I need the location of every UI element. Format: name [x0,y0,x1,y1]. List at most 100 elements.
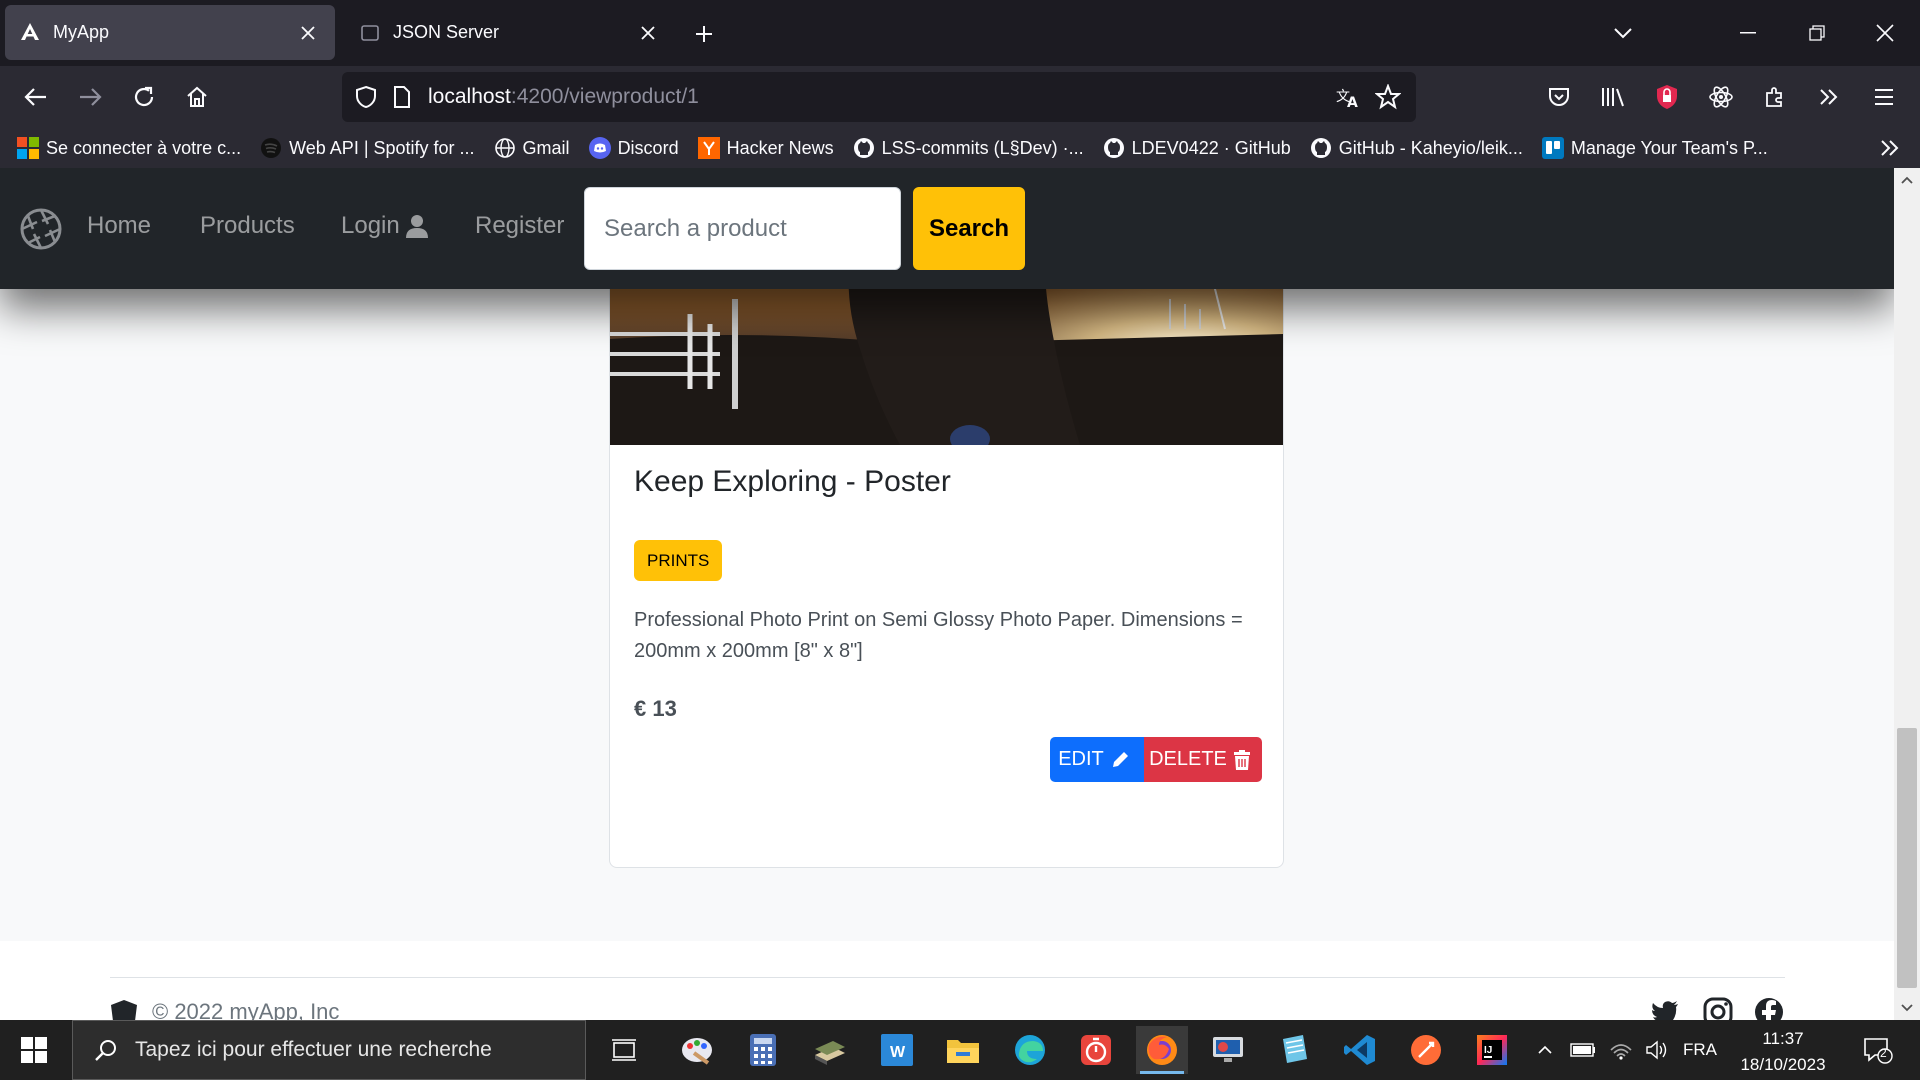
bookmark-item[interactable]: Manage Your Team's P... [1541,136,1768,160]
instagram-icon[interactable] [1703,997,1733,1020]
taskbar-search-box[interactable]: Tapez ici pour effectuer une recherche [72,1020,586,1080]
edge-app-icon[interactable] [1004,1026,1056,1074]
vscode-app-icon[interactable] [1334,1026,1386,1074]
windows-start-icon[interactable] [0,1020,68,1080]
aperture-logo-icon[interactable] [20,208,62,250]
svg-text:IJ: IJ [1484,1045,1492,1056]
angular-icon [19,22,41,44]
bookmark-item[interactable]: Hacker News [697,136,834,160]
footer-logo-icon[interactable] [110,999,138,1020]
bookmark-label: Gmail [522,137,570,158]
home-icon[interactable] [174,74,220,120]
nav-login-link[interactable]: Login [341,212,428,240]
language-indicator[interactable]: FRA [1682,1020,1718,1080]
address-bar[interactable]: localhost:4200/viewproduct/1 文A [342,72,1416,122]
product-price: € 13 [634,696,677,721]
calculator-app-icon[interactable] [737,1026,789,1074]
wifi-icon[interactable] [1604,1020,1638,1080]
delete-label: DELETE [1149,748,1227,770]
books-app-icon[interactable] [804,1026,856,1074]
extensions-icon[interactable] [1752,74,1798,120]
nav-register-label: Register [475,212,565,239]
close-tab-icon[interactable] [631,16,665,50]
globe-icon [493,136,517,160]
close-window-icon[interactable] [1862,10,1908,56]
translate-icon[interactable]: 文A [1328,77,1368,117]
file-explorer-icon[interactable] [937,1026,989,1074]
word-app-icon[interactable]: W [871,1026,923,1074]
bookmark-item[interactable]: GitHub - Kaheyio/leik... [1309,136,1523,160]
scroll-up-icon[interactable] [1894,168,1920,192]
remote-desktop-app-icon[interactable] [1202,1026,1254,1074]
bookmarks-overflow-icon[interactable] [1876,134,1904,162]
bookmark-item[interactable]: Se connecter à votre c... [16,136,241,160]
facebook-icon[interactable] [1754,997,1784,1020]
list-tabs-icon[interactable] [1600,10,1646,56]
notifications-icon[interactable]: 2 [1855,1020,1901,1080]
edit-label: EDIT [1058,748,1104,770]
bookmark-label: Web API | Spotify for ... [289,137,475,158]
bookmark-label: LSS-commits (L§Dev) ·... [881,137,1084,158]
bookmark-item[interactable]: Discord [588,136,679,160]
intellij-app-icon[interactable]: IJ [1466,1026,1518,1074]
bookmark-label: Discord [617,137,679,158]
github-icon [1309,136,1333,160]
tray-chevron-icon[interactable] [1530,1020,1560,1080]
url-text[interactable]: localhost:4200/viewproduct/1 [428,85,1328,109]
react-devtools-icon[interactable] [1698,74,1744,120]
restore-icon[interactable] [1794,10,1840,56]
github-icon [852,136,876,160]
notepad-app-icon[interactable] [1268,1026,1320,1074]
reload-icon[interactable] [121,74,167,120]
new-tab-button[interactable] [685,15,723,53]
bookmark-item[interactable]: LSS-commits (L§Dev) ·... [852,136,1084,160]
product-search-input[interactable]: Search a product [584,187,901,270]
edit-button[interactable]: EDIT [1050,737,1144,782]
microsoft-icon [16,136,40,160]
delete-button[interactable]: DELETE [1144,737,1262,782]
scrollbar-thumb[interactable] [1897,728,1917,988]
shield-icon[interactable] [354,85,378,109]
pocket-icon[interactable] [1536,74,1582,120]
scroll-down-icon[interactable] [1894,996,1920,1020]
close-tab-icon[interactable] [291,16,325,50]
paint-app-icon[interactable] [671,1026,723,1074]
twitter-icon[interactable] [1650,997,1680,1020]
hamburger-menu-icon[interactable] [1861,74,1907,120]
postman-app-icon[interactable] [1400,1026,1452,1074]
battery-icon[interactable] [1566,1020,1600,1080]
taskbar-clock[interactable]: 11:37 18/10/2023 [1728,1026,1838,1078]
category-badge: PRINTS [634,540,723,581]
taskbar-search-text: Tapez ici pour effectuer une recherche [135,1038,492,1061]
windows-taskbar: Tapez ici pour effectuer une recherche W… [0,1020,1920,1080]
tab-json-server[interactable]: JSON Server [345,5,675,60]
app-navbar: Home Products Login Register Search a pr… [0,168,1894,289]
nav-products-link[interactable]: Products [200,212,295,240]
bookmark-label: GitHub - Kaheyio/leik... [1338,137,1523,158]
bookmarks-bar: Se connecter à votre c... Web API | Spot… [0,128,1920,168]
bookmark-item[interactable]: LDEV0422 · GitHub [1102,136,1291,160]
search-icon [91,1035,121,1065]
clock-date: 18/10/2023 [1740,1055,1826,1074]
page-info-icon[interactable] [390,85,414,109]
page-scrollbar[interactable] [1894,168,1920,1020]
firefox-app-icon[interactable] [1136,1026,1188,1074]
timer-app-icon[interactable] [1070,1026,1122,1074]
minimize-icon[interactable] [1725,10,1771,56]
tab-myapp[interactable]: MyApp [5,5,335,60]
browser-tab-bar: MyApp JSON Server [0,0,1920,66]
bookmark-item[interactable]: Web API | Spotify for ... [259,136,475,160]
forward-icon[interactable] [67,74,113,120]
back-icon[interactable] [13,74,59,120]
bookmark-star-icon[interactable] [1368,77,1408,117]
bookmark-label: Se connecter à votre c... [46,137,242,158]
volume-icon[interactable] [1640,1020,1674,1080]
search-button[interactable]: Search [913,187,1025,270]
nav-home-link[interactable]: Home [87,212,151,240]
library-icon[interactable] [1590,74,1636,120]
task-view-icon[interactable] [598,1026,650,1074]
bookmark-item[interactable]: Gmail [493,136,570,160]
nav-register-link[interactable]: Register [475,212,564,240]
overflow-chevron-icon[interactable] [1806,74,1852,120]
password-lock-icon[interactable] [1644,74,1690,120]
